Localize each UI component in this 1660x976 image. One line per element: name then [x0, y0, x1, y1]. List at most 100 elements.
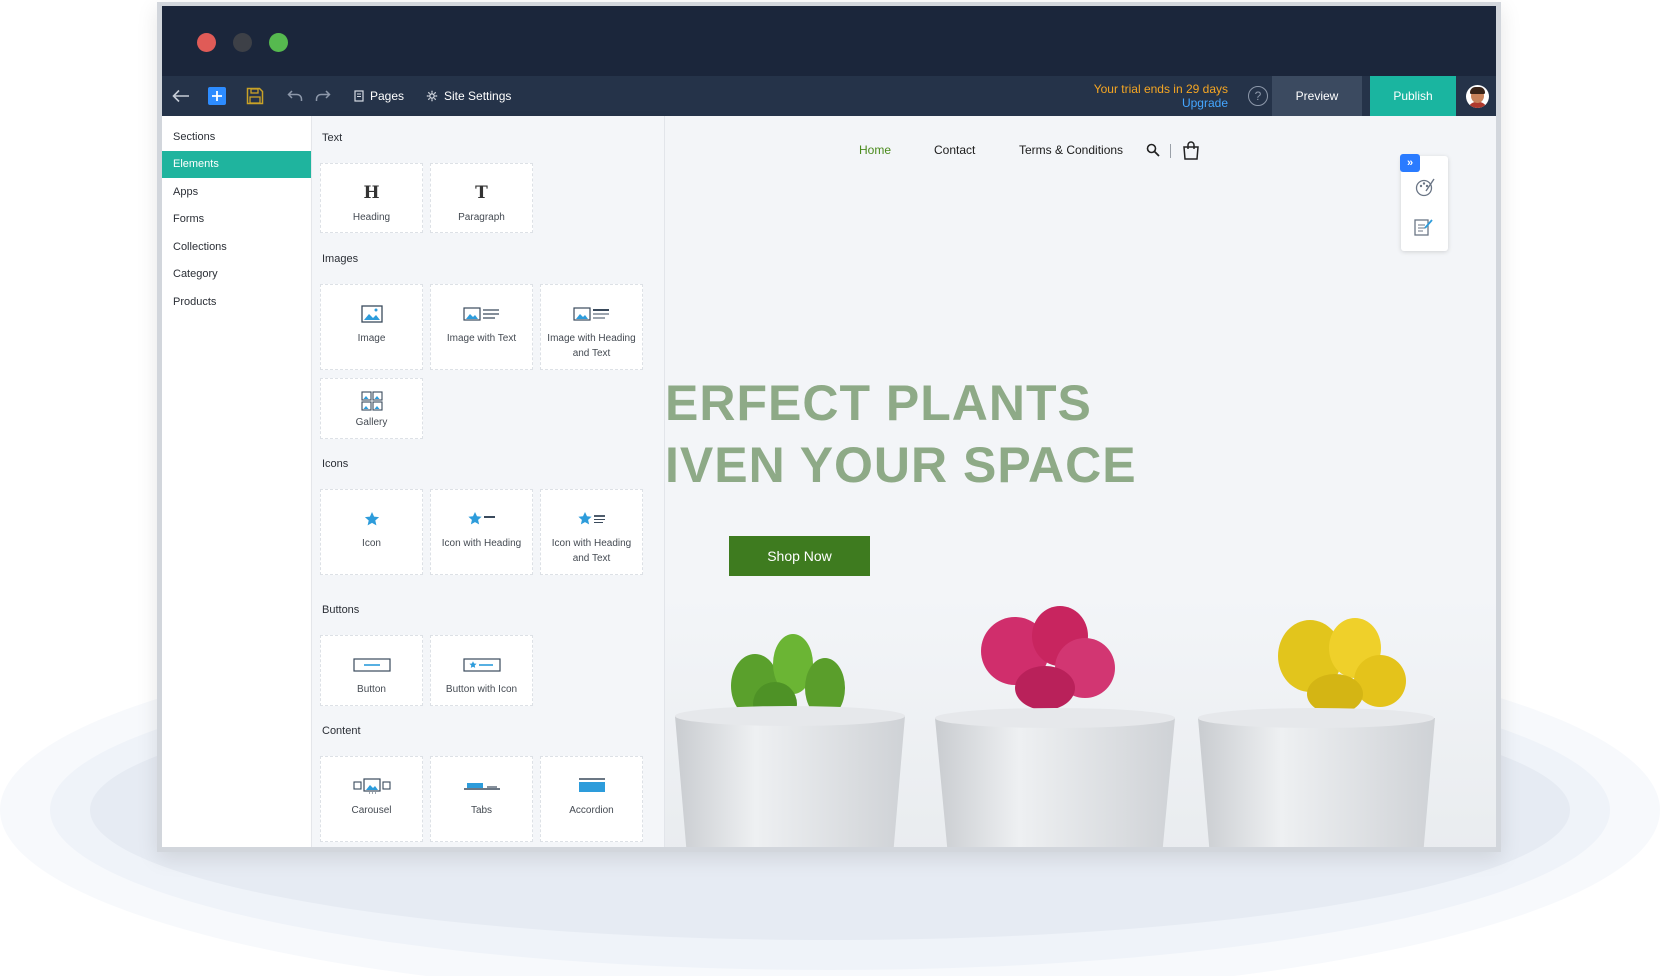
sidebar-item-category[interactable]: Category [162, 261, 311, 289]
carousel-icon [352, 769, 391, 803]
side-tools-panel: » [1400, 154, 1448, 251]
sidebar-item-forms[interactable]: Forms [162, 206, 311, 234]
section-title-buttons: Buttons [322, 604, 360, 616]
element-carousel[interactable]: Carousel [320, 756, 423, 842]
heading-icon: H [363, 183, 380, 203]
element-icon-with-heading-and-text-label: Icon with Heading and Text [551, 538, 632, 564]
button-icon [352, 648, 391, 682]
redo-icon [315, 90, 331, 101]
publish-button[interactable]: Publish [1370, 76, 1456, 116]
element-accordion[interactable]: Accordion [540, 756, 643, 842]
elements-panel: Text H Heading T Paragraph Images Image [312, 116, 665, 847]
site-settings-label: Site Settings [444, 89, 512, 103]
site-nav-terms[interactable]: Terms & Conditions [1019, 143, 1123, 157]
site-nav-contact[interactable]: Contact [934, 143, 975, 157]
sidebar-item-elements[interactable]: Elements [162, 150, 311, 178]
shop-now-button[interactable]: Shop Now [729, 536, 870, 576]
close-window-button[interactable] [197, 33, 216, 52]
element-paragraph-label: Paragraph [458, 212, 505, 223]
window-titlebar [162, 6, 1496, 76]
section-title-text: Text [322, 132, 343, 144]
element-icon-with-heading[interactable]: Icon with Heading [430, 489, 533, 575]
element-icon[interactable]: Icon [320, 489, 423, 575]
section-title-images: Images [322, 253, 359, 265]
gear-icon [426, 90, 438, 102]
element-heading-label: Heading [352, 212, 391, 223]
element-heading[interactable]: H Heading [320, 163, 423, 233]
double-chevron-icon[interactable]: » [1400, 154, 1420, 172]
tabs-icon [463, 769, 501, 803]
left-sidebar: Sections Elements Apps Forms Collections… [162, 116, 312, 847]
element-button-label: Button [357, 684, 386, 695]
site-nav-home[interactable]: Home [859, 143, 891, 157]
element-button[interactable]: Button [320, 635, 423, 706]
gallery-icon [360, 387, 383, 415]
element-image-with-text[interactable]: Image with Text [430, 284, 533, 370]
search-icon[interactable] [1146, 143, 1160, 157]
paragraph-icon: T [475, 183, 488, 203]
element-tabs[interactable]: Tabs [430, 756, 533, 842]
button-with-icon-icon [462, 648, 501, 682]
edit-note-icon[interactable] [1414, 217, 1434, 237]
page-icon [354, 90, 364, 102]
icon-with-heading-and-text-icon [577, 502, 606, 536]
image-with-text-icon [462, 297, 501, 331]
element-accordion-label: Accordion [569, 805, 614, 816]
stage: Pages Site Settings Your trial ends in 2… [0, 0, 1660, 976]
element-image-with-text-label: Image with Text [446, 333, 517, 344]
element-image-label: Image [357, 333, 386, 344]
element-image[interactable]: Image [320, 284, 423, 370]
editor-toolbar: Pages Site Settings Your trial ends in 2… [162, 76, 1496, 116]
shopping-bag-icon[interactable] [1182, 141, 1200, 160]
minimize-window-button[interactable] [233, 33, 252, 52]
accordion-icon [578, 769, 606, 803]
element-image-with-heading-and-text[interactable]: Image with Heading and Text [540, 284, 643, 370]
trial-text: Your trial ends in 29 days [1093, 82, 1228, 96]
cactus-pots-image [665, 596, 1496, 847]
image-with-heading-and-text-icon [572, 297, 611, 331]
undo-button[interactable] [280, 76, 310, 116]
sidebar-item-sections[interactable]: Sections [162, 123, 311, 151]
element-image-with-heading-and-text-label: Image with Heading and Text [547, 333, 636, 359]
element-button-with-icon[interactable]: Button with Icon [430, 635, 533, 706]
sidebar-item-products[interactable]: Products [162, 288, 311, 316]
section-title-content: Content [322, 725, 361, 737]
trial-notice: Your trial ends in 29 days Upgrade [1094, 82, 1228, 110]
hero-headline-line1: ERFECT PLANTS [665, 375, 1092, 431]
element-gallery-label: Gallery [355, 417, 388, 428]
redo-button[interactable] [308, 76, 338, 116]
hero-headline-line2: IVEN YOUR SPACE [665, 437, 1137, 493]
element-icon-with-heading-and-text[interactable]: Icon with Heading and Text [540, 489, 643, 575]
element-tabs-label: Tabs [470, 805, 493, 816]
element-carousel-label: Carousel [351, 805, 392, 816]
pages-label: Pages [370, 89, 405, 103]
image-icon [360, 297, 383, 331]
site-settings-menu[interactable]: Site Settings [426, 76, 511, 116]
element-icon-label: Icon [362, 538, 381, 549]
sidebar-item-collections[interactable]: Collections [162, 233, 311, 261]
plus-icon [208, 87, 226, 105]
question-icon: ? [1254, 89, 1262, 103]
sidebar-item-apps[interactable]: Apps [162, 178, 311, 206]
app-window: Pages Site Settings Your trial ends in 2… [157, 2, 1501, 852]
user-avatar[interactable] [1466, 85, 1489, 108]
element-icon-with-heading-label: Icon with Heading [441, 538, 522, 549]
icon-with-heading-icon [467, 502, 496, 536]
pages-menu[interactable]: Pages [354, 76, 404, 116]
star-icon [364, 502, 380, 536]
undo-icon [287, 90, 303, 101]
element-paragraph[interactable]: T Paragraph [430, 163, 533, 233]
upgrade-link[interactable]: Upgrade [1094, 96, 1228, 110]
save-icon [246, 87, 264, 105]
maximize-window-button[interactable] [269, 33, 288, 52]
element-button-with-icon-label: Button with Icon [445, 684, 518, 695]
save-button[interactable] [240, 76, 270, 116]
help-button[interactable]: ? [1248, 86, 1268, 106]
section-title-icons: Icons [322, 458, 349, 470]
sidebar-list: Sections Elements Apps Forms Collections… [162, 116, 311, 316]
palette-icon[interactable] [1414, 176, 1436, 198]
element-gallery[interactable]: Gallery [320, 378, 423, 439]
add-element-button[interactable] [202, 76, 232, 116]
preview-button[interactable]: Preview [1272, 76, 1362, 116]
back-button[interactable] [166, 76, 196, 116]
